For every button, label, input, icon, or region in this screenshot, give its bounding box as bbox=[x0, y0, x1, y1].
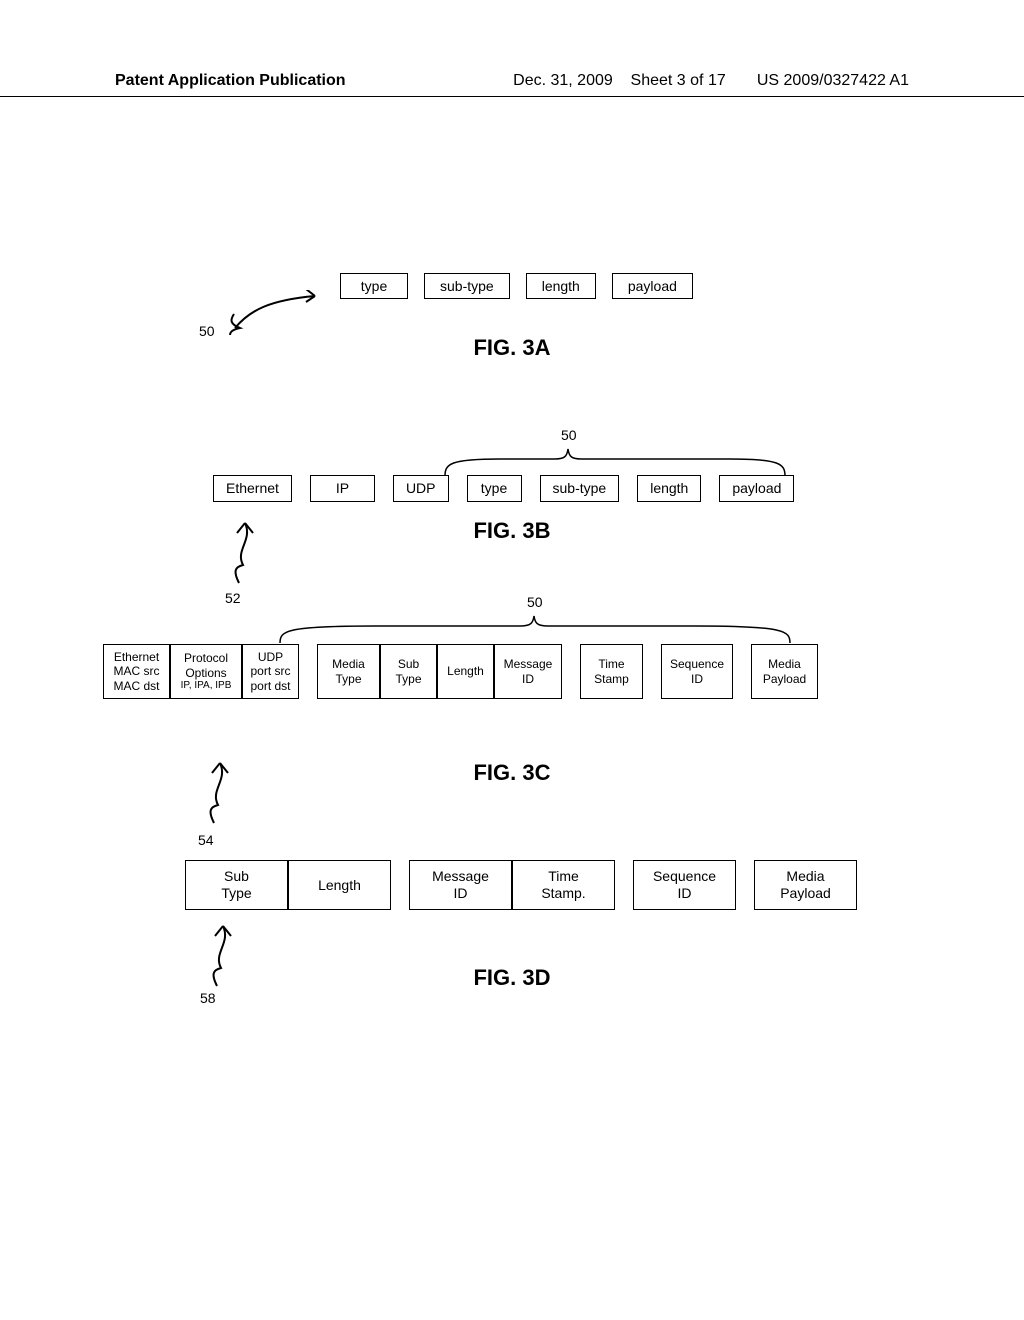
cell-udp: UDP bbox=[393, 475, 449, 502]
cell-line: Sub bbox=[224, 868, 249, 885]
cell-timestamp: Time Stamp bbox=[580, 644, 643, 699]
ref-58: 58 bbox=[200, 990, 216, 1006]
fig-3c-label: FIG. 3C bbox=[0, 760, 1024, 786]
cell-msgid: Message ID bbox=[494, 644, 562, 699]
header-date: Dec. 31, 2009 bbox=[513, 72, 613, 89]
cell-line: Length bbox=[447, 664, 484, 678]
cell-seqid: Sequence ID bbox=[661, 644, 733, 699]
cell-udp: UDP port src port dst bbox=[242, 644, 299, 699]
cell-ethernet: Ethernet MAC src MAC dst bbox=[103, 644, 170, 699]
cell-line: Media bbox=[786, 868, 824, 885]
cell-subtype: sub-type bbox=[540, 475, 620, 502]
fig-3d-label: FIG. 3D bbox=[0, 965, 1024, 991]
fig-3c-row: Ethernet MAC src MAC dst Protocol Option… bbox=[103, 644, 818, 699]
fig-3d: Sub Type Length Message ID Time Stamp. S… bbox=[185, 860, 857, 910]
fig-3b: Ethernet IP UDP type sub-type length pay… bbox=[213, 475, 794, 502]
cell-seqid: Sequence ID bbox=[633, 860, 736, 910]
cell-line: MAC dst bbox=[113, 679, 159, 693]
header-sheet: Sheet 3 of 17 bbox=[631, 72, 726, 89]
cell-ip: IP bbox=[310, 475, 375, 502]
header-title: Patent Application Publication bbox=[115, 72, 346, 90]
cell-subtype: Sub Type bbox=[380, 644, 437, 699]
cell-line: IP, IPA, IPB bbox=[181, 680, 232, 692]
cell-line: Payload bbox=[780, 885, 831, 902]
cell-line: MAC src bbox=[114, 664, 160, 678]
fig-3a-label: FIG. 3A bbox=[0, 335, 1024, 361]
cell-mediapayload: Media Payload bbox=[754, 860, 857, 910]
header-right: Dec. 31, 2009 Sheet 3 of 17 US 2009/0327… bbox=[513, 72, 909, 90]
cell-line: Media bbox=[332, 657, 365, 671]
cell-length: length bbox=[526, 273, 596, 299]
cell-timestamp: Time Stamp. bbox=[512, 860, 615, 910]
cell-mediapayload: Media Payload bbox=[751, 644, 818, 699]
arrow-icon bbox=[200, 755, 240, 833]
fig-3c: Ethernet MAC src MAC dst Protocol Option… bbox=[103, 644, 818, 699]
arrow-icon bbox=[225, 515, 265, 593]
ref-54: 54 bbox=[198, 832, 214, 848]
cell-length: length bbox=[637, 475, 701, 502]
cell-type: type bbox=[340, 273, 408, 299]
ref-50-c: 50 bbox=[527, 594, 543, 610]
cell-line: Options bbox=[185, 666, 226, 680]
cell-subtype: sub-type bbox=[424, 273, 510, 299]
cell-line: Type bbox=[221, 885, 251, 902]
cell-mediatype: Media Type bbox=[317, 644, 380, 699]
cell-line: ID bbox=[691, 672, 703, 686]
cell-line: Time bbox=[598, 657, 624, 671]
cell-line: Type bbox=[395, 672, 421, 686]
cell-length: Length bbox=[437, 644, 494, 699]
cell-line: Type bbox=[335, 672, 361, 686]
ref-50-b: 50 bbox=[561, 427, 577, 443]
cell-line: Protocol bbox=[184, 651, 228, 665]
cell-line: Stamp. bbox=[541, 885, 585, 902]
cell-length: Length bbox=[288, 860, 391, 910]
fig-3a-row: type sub-type length payload bbox=[340, 273, 900, 299]
cell-line: Message bbox=[432, 868, 489, 885]
cell-line: Sequence bbox=[653, 868, 716, 885]
cell-line: Sequence bbox=[670, 657, 724, 671]
arrow-icon bbox=[220, 290, 330, 335]
page-header: Patent Application Publication Dec. 31, … bbox=[0, 72, 1024, 97]
bracket-icon bbox=[440, 444, 800, 479]
cell-msgid: Message ID bbox=[409, 860, 512, 910]
cell-line: port src bbox=[250, 664, 290, 678]
header-pubno: US 2009/0327422 A1 bbox=[757, 72, 909, 89]
cell-type: type bbox=[467, 475, 522, 502]
cell-line: Stamp bbox=[594, 672, 629, 686]
ref-52: 52 bbox=[225, 590, 241, 606]
cell-payload: payload bbox=[612, 273, 693, 299]
fig-3d-row: Sub Type Length Message ID Time Stamp. S… bbox=[185, 860, 857, 910]
cell-line: ID bbox=[522, 672, 534, 686]
cell-payload: payload bbox=[719, 475, 794, 502]
fig-3b-row: Ethernet IP UDP type sub-type length pay… bbox=[213, 475, 794, 502]
cell-line: UDP bbox=[258, 650, 283, 664]
cell-line: port dst bbox=[250, 679, 290, 693]
fig-3b-label: FIG. 3B bbox=[0, 518, 1024, 544]
cell-protocol: Protocol Options IP, IPA, IPB bbox=[170, 644, 242, 699]
cell-line: Message bbox=[504, 657, 553, 671]
cell-ethernet: Ethernet bbox=[213, 475, 292, 502]
cell-line: Ethernet bbox=[114, 650, 159, 664]
bracket-icon bbox=[275, 611, 805, 646]
cell-line: Sub bbox=[398, 657, 419, 671]
cell-line: Time bbox=[548, 868, 579, 885]
cell-line: Payload bbox=[763, 672, 806, 686]
cell-line: ID bbox=[454, 885, 468, 902]
cell-line: ID bbox=[678, 885, 692, 902]
arrow-icon bbox=[203, 918, 243, 996]
cell-line: Media bbox=[768, 657, 801, 671]
cell-line: Length bbox=[318, 877, 361, 894]
cell-subtype: Sub Type bbox=[185, 860, 288, 910]
